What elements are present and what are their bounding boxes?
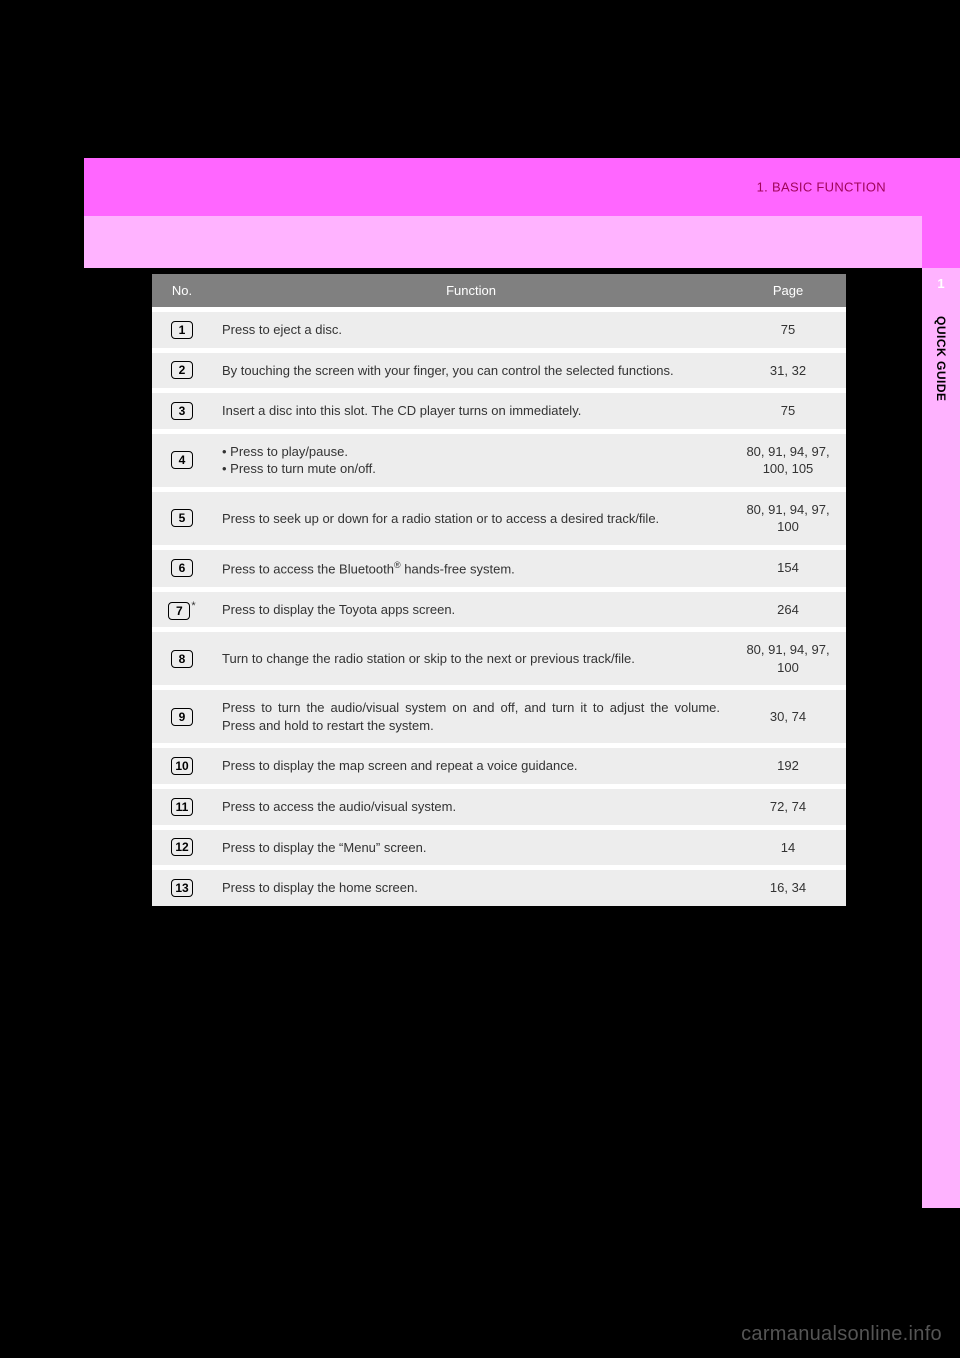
row-page-cell: 72, 74: [730, 786, 846, 827]
row-page-cell: 30, 74: [730, 688, 846, 746]
row-function-cell: Press to access the audio/visual system.: [212, 786, 730, 827]
row-number-cell: 3: [152, 391, 212, 432]
boxed-number-icon: 2: [171, 361, 193, 379]
function-table: No. Function Page 1 Press to eject a disc…: [152, 274, 846, 906]
row-number-cell: 4: [152, 431, 212, 489]
boxed-number-icon: 10: [171, 757, 193, 775]
row-page-cell: 154: [730, 547, 846, 589]
boxed-number-icon: 9: [171, 708, 193, 726]
boxed-number-icon: 6: [171, 559, 193, 577]
col-header-page: Page: [730, 274, 846, 310]
registered-icon: ®: [394, 560, 401, 570]
row-page-cell: 80, 91, 94, 97, 100: [730, 489, 846, 547]
row-page-cell: 16, 34: [730, 868, 846, 906]
row-function-cell: Press to display the home screen.: [212, 868, 730, 906]
bullet-item: Press to play/pause.: [222, 443, 720, 461]
table-row: 10 Press to display the map screen and re…: [152, 746, 846, 787]
table-row: 6 Press to access the Bluetooth® hands-fr…: [152, 547, 846, 589]
row-function-cell: Press to play/pause.Press to turn mute o…: [212, 431, 730, 489]
row-number-cell: 6: [152, 547, 212, 589]
breadcrumb: 1. BASIC FUNCTION: [757, 180, 886, 195]
table-row: 9 Press to turn the audio/visual system o…: [152, 688, 846, 746]
row-function-cell: Press to display the “Menu” screen.: [212, 827, 730, 868]
footnote-star: *: [191, 600, 195, 612]
table-row: 8 Turn to change the radio station or ski…: [152, 630, 846, 688]
page-wrap: 1. BASIC FUNCTION 1 QUICK GUIDE No. Func…: [84, 158, 960, 1208]
row-page-cell: 192: [730, 746, 846, 787]
row-function-cell: Press to turn the audio/visual system on…: [212, 688, 730, 746]
side-column: 1 QUICK GUIDE: [922, 268, 960, 1208]
row-page-cell: 75: [730, 310, 846, 351]
table-row: 3 Insert a disc into this slot. The CD pl…: [152, 391, 846, 432]
col-header-no: No.: [152, 274, 212, 310]
row-function-cell: Press to display the map screen and repe…: [212, 746, 730, 787]
row-function-cell: Press to access the Bluetooth® hands-fre…: [212, 547, 730, 589]
function-text: Press to access the Bluetooth: [222, 561, 394, 576]
row-page-cell: 80, 91, 94, 97, 100: [730, 630, 846, 688]
row-page-cell: 31, 32: [730, 350, 846, 391]
row-function-cell: Turn to change the radio station or skip…: [212, 630, 730, 688]
side-label: QUICK GUIDE: [934, 316, 948, 402]
table-row: 4 Press to play/pause.Press to turn mute …: [152, 431, 846, 489]
table-header-row: No. Function Page: [152, 274, 846, 310]
row-function-cell: Press to seek up or down for a radio sta…: [212, 489, 730, 547]
boxed-number-icon: 12: [171, 838, 193, 856]
side-top-accent: [922, 158, 960, 268]
table-row: 13 Press to display the home screen.16, 3…: [152, 868, 846, 906]
table-row: 7*Press to display the Toyota apps scree…: [152, 589, 846, 630]
table-row: 1 Press to eject a disc.75: [152, 310, 846, 351]
boxed-number-icon: 13: [171, 879, 193, 897]
chapter-number: 1: [937, 276, 944, 291]
row-number-cell: 8: [152, 630, 212, 688]
row-number-cell: 7*: [152, 589, 212, 630]
function-text: hands-free system.: [401, 561, 515, 576]
boxed-number-icon: 11: [171, 798, 193, 816]
header-band: 1. BASIC FUNCTION: [84, 158, 922, 216]
table-row: 5 Press to seek up or down for a radio st…: [152, 489, 846, 547]
row-function-cell: By touching the screen with your finger,…: [212, 350, 730, 391]
row-page-cell: 264: [730, 589, 846, 630]
boxed-number-icon: 7: [168, 602, 190, 620]
row-function-cell: Insert a disc into this slot. The CD pla…: [212, 391, 730, 432]
boxed-number-icon: 3: [171, 402, 193, 420]
boxed-number-icon: 5: [171, 509, 193, 527]
boxed-number-icon: 1: [171, 321, 193, 339]
boxed-number-icon: 8: [171, 650, 193, 668]
row-page-cell: 75: [730, 391, 846, 432]
row-number-cell: 5: [152, 489, 212, 547]
row-number-cell: 11: [152, 786, 212, 827]
table-row: 2 By touching the screen with your finger…: [152, 350, 846, 391]
row-function-cell: Press to eject a disc.: [212, 310, 730, 351]
boxed-number-icon: 4: [171, 451, 193, 469]
sub-header-band: [84, 216, 922, 268]
table-row: 12 Press to display the “Menu” screen.14: [152, 827, 846, 868]
table-row: 11 Press to access the audio/visual syste…: [152, 786, 846, 827]
row-number-cell: 12: [152, 827, 212, 868]
row-page-cell: 80, 91, 94, 97, 100, 105: [730, 431, 846, 489]
bullet-item: Press to turn mute on/off.: [222, 460, 720, 478]
row-number-cell: 2: [152, 350, 212, 391]
row-number-cell: 9: [152, 688, 212, 746]
row-number-cell: 13: [152, 868, 212, 906]
watermark: carmanualsonline.info: [741, 1323, 942, 1346]
row-number-cell: 10: [152, 746, 212, 787]
row-number-cell: 1: [152, 310, 212, 351]
row-function-cell: Press to display the Toyota apps screen.: [212, 589, 730, 630]
col-header-function: Function: [212, 274, 730, 310]
row-page-cell: 14: [730, 827, 846, 868]
